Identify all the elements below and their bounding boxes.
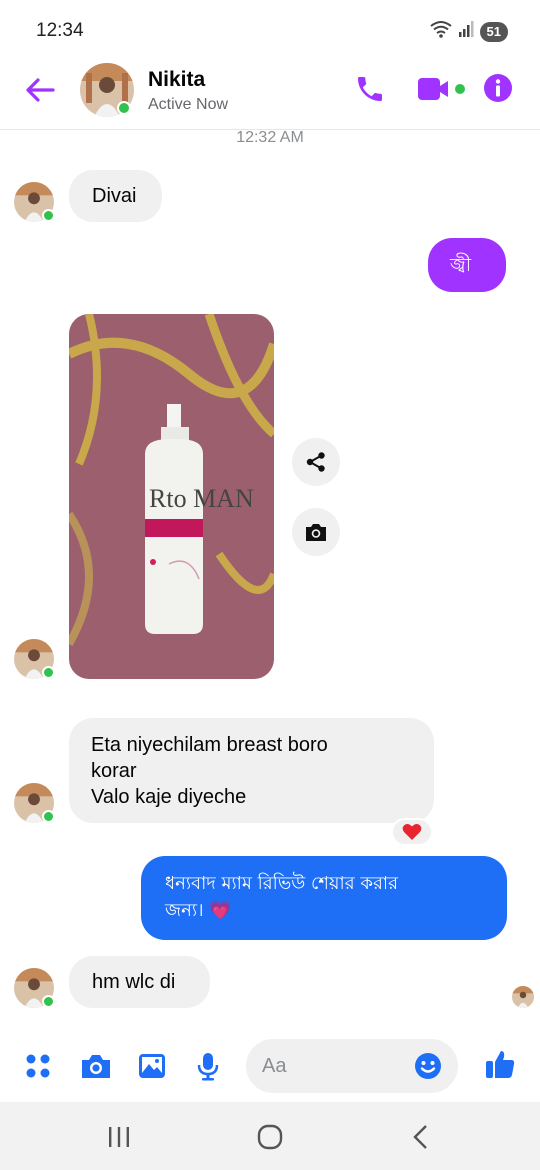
back-nav-button[interactable] <box>406 1122 436 1152</box>
camera-action-button[interactable] <box>292 508 340 556</box>
status-time: 12:34 <box>36 20 84 41</box>
seen-receipt-avatar <box>512 986 534 1008</box>
battery-indicator: 51 <box>479 21 508 42</box>
gallery-button[interactable] <box>136 1050 168 1082</box>
voice-message-button[interactable] <box>192 1050 224 1082</box>
message-line: ধন্যবাদ ম্যাম রিভিউ শেয়ার করার <box>165 873 398 894</box>
wifi-icon <box>429 20 452 43</box>
info-button[interactable] <box>482 72 514 104</box>
online-indicator <box>42 995 55 1008</box>
message-input[interactable] <box>262 1051 412 1081</box>
camera-icon <box>306 524 326 541</box>
online-indicator <box>42 209 55 222</box>
message-bubble-incoming[interactable]: Divai <box>69 170 162 222</box>
message-line: জন্য। 💗 <box>165 900 232 921</box>
share-button[interactable] <box>292 438 340 486</box>
image-message[interactable]: Rto MAN <box>69 314 274 679</box>
chat-header: Nikita Active Now <box>0 58 540 130</box>
image-icon <box>139 1054 165 1078</box>
message-line: Eta niyechilam breast boro <box>91 734 328 756</box>
emoji-button[interactable] <box>414 1052 442 1080</box>
message-bubble-incoming[interactable]: Eta niyechilam breast boro korar Valo ka… <box>69 718 434 823</box>
microphone-icon <box>197 1053 219 1081</box>
phone-icon <box>358 77 382 101</box>
grid-dots-icon <box>26 1054 50 1078</box>
home-button[interactable] <box>255 1122 285 1152</box>
contact-name[interactable]: Nikita <box>148 68 205 92</box>
voice-call-button[interactable] <box>354 73 386 105</box>
smiley-icon <box>415 1053 441 1079</box>
heart-reaction[interactable]: ❤️ <box>391 818 433 846</box>
message-bubble-outgoing[interactable]: জ্বী <box>428 238 506 292</box>
back-chevron-icon <box>413 1125 427 1149</box>
status-icons: 51 <box>429 20 508 43</box>
recent-apps-button[interactable] <box>104 1122 134 1152</box>
video-camera-icon <box>418 78 465 100</box>
contact-status: Active Now <box>148 96 229 113</box>
online-indicator <box>117 101 131 115</box>
message-line: korar <box>91 760 137 782</box>
more-actions-button[interactable] <box>22 1050 54 1082</box>
product-label-text: Rto MAN <box>149 484 254 513</box>
home-icon <box>257 1124 283 1150</box>
status-bar: 12:34 51 <box>0 0 540 60</box>
video-call-button[interactable] <box>416 74 470 104</box>
thumbs-up-icon <box>486 1051 515 1078</box>
camera-icon <box>82 1055 110 1078</box>
message-bubble-outgoing[interactable]: ধন্যবাদ ম্যাম রিভিউ শেয়ার করার জন্য। 💗 <box>141 856 507 940</box>
message-input-container <box>246 1039 458 1093</box>
message-line: Valo kaje diyeche <box>91 786 247 808</box>
back-button[interactable] <box>22 72 58 108</box>
online-indicator <box>42 666 55 679</box>
info-icon <box>484 74 512 102</box>
share-icon <box>306 452 325 472</box>
system-nav-bar <box>0 1102 540 1170</box>
signal-icon <box>458 21 474 42</box>
camera-button[interactable] <box>80 1050 112 1082</box>
recents-icon <box>109 1127 129 1147</box>
message-timestamp: 12:32 AM <box>236 129 304 146</box>
message-bubble-incoming[interactable]: hm wlc di <box>69 956 210 1008</box>
online-indicator <box>42 810 55 823</box>
back-arrow-icon <box>26 78 55 102</box>
like-button[interactable] <box>484 1048 516 1080</box>
message-composer <box>0 1030 540 1102</box>
